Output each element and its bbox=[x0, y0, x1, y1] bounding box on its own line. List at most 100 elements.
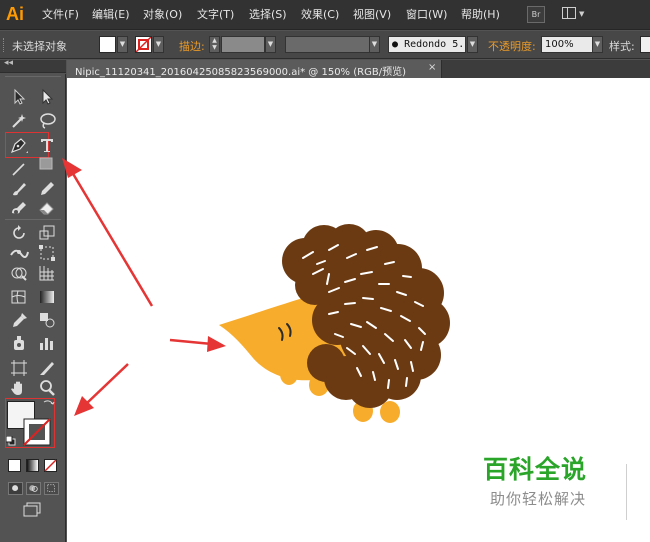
hedgehog-back-foot-2 bbox=[380, 401, 400, 423]
menu-type[interactable]: 文字(T) bbox=[197, 8, 234, 24]
perspective-grid-tool[interactable] bbox=[36, 262, 58, 284]
width-tool[interactable] bbox=[8, 242, 30, 264]
fill-dropdown[interactable]: ▼ bbox=[117, 36, 128, 53]
brush-dropdown[interactable]: ▼ bbox=[467, 36, 478, 53]
menu-window[interactable]: 窗口(W) bbox=[406, 8, 447, 24]
slice-knife-icon bbox=[40, 362, 54, 375]
slice-tool[interactable] bbox=[36, 357, 58, 379]
opacity-field[interactable]: 100% bbox=[541, 36, 593, 53]
blob-brush-tool[interactable] bbox=[8, 197, 30, 219]
magic-wand-tool[interactable] bbox=[8, 110, 30, 132]
stroke-weight-label[interactable]: 描边: bbox=[179, 38, 205, 54]
profile-dropdown[interactable]: ▼ bbox=[369, 36, 380, 53]
none-mode-button[interactable] bbox=[44, 459, 57, 472]
draw-inside-button[interactable] bbox=[44, 482, 59, 495]
stroke-swatch[interactable] bbox=[135, 36, 152, 53]
document-tab-bar: Nipic_11120341_20160425085823569000.ai* … bbox=[67, 60, 650, 78]
direct-selection-tool[interactable] bbox=[36, 86, 58, 108]
gradient-icon bbox=[40, 291, 54, 303]
arrow-pointer-icon bbox=[14, 88, 26, 105]
screen-mode-button[interactable] bbox=[21, 502, 43, 518]
gradient-tool[interactable] bbox=[36, 286, 58, 308]
menu-edit[interactable]: 编辑(E) bbox=[92, 8, 130, 24]
fill-swatch[interactable] bbox=[99, 36, 116, 53]
perspective-grid-icon bbox=[39, 266, 54, 281]
stroke-weight-stepper[interactable]: ▲ ▼ bbox=[209, 36, 220, 53]
control-bar: 未选择对象 ▼ ▼ 描边: ▲ ▼ ▼ ▼ ● Redondo 5. ▼ 不透明度… bbox=[0, 31, 650, 59]
menu-object[interactable]: 对象(O) bbox=[143, 8, 182, 24]
menu-select[interactable]: 选择(S) bbox=[249, 8, 287, 24]
stroke-box[interactable] bbox=[23, 418, 51, 446]
opacity-dropdown[interactable]: ▼ bbox=[592, 36, 603, 53]
draw-behind-button[interactable] bbox=[26, 482, 41, 495]
watermark-title: 百科全说 bbox=[483, 455, 588, 484]
menu-view[interactable]: 视图(V) bbox=[353, 8, 391, 24]
none-icon bbox=[44, 459, 57, 472]
menu-file[interactable]: 文件(F) bbox=[42, 8, 79, 24]
scale-icon bbox=[39, 225, 55, 240]
eyedropper-icon bbox=[13, 313, 27, 327]
chevron-down-icon: ▼ bbox=[579, 10, 585, 18]
scale-tool[interactable] bbox=[36, 222, 58, 244]
stroke-dropdown[interactable]: ▼ bbox=[153, 36, 164, 53]
blob-brush-icon bbox=[12, 202, 26, 214]
workspace-switcher[interactable]: ▼ bbox=[562, 7, 586, 22]
collapse-icon[interactable]: ◂◂ bbox=[4, 58, 13, 68]
rectangle-icon bbox=[39, 157, 53, 170]
brush-name: Redondo 5. bbox=[404, 39, 465, 50]
watermark-subtitle: 助你轻松解决 bbox=[490, 490, 587, 508]
rectangle-tool[interactable] bbox=[36, 154, 58, 176]
shape-builder-tool[interactable] bbox=[8, 262, 30, 284]
stroke-weight-field[interactable] bbox=[221, 36, 265, 53]
panel-grip[interactable] bbox=[3, 38, 5, 52]
draw-normal-button[interactable] bbox=[8, 482, 23, 495]
zoom-tool[interactable] bbox=[36, 377, 58, 399]
mesh-tool[interactable] bbox=[8, 286, 30, 308]
draw-behind-icon bbox=[29, 485, 38, 492]
symbol-sprayer-tool[interactable] bbox=[8, 332, 30, 354]
magnifier-icon bbox=[40, 380, 55, 396]
menu-effect[interactable]: 效果(C) bbox=[301, 8, 339, 24]
color-mode-button[interactable] bbox=[8, 459, 21, 472]
graphic-style-swatch[interactable] bbox=[640, 36, 650, 53]
app-logo: Ai bbox=[6, 4, 24, 24]
default-colors-icon bbox=[6, 436, 16, 446]
eyedropper-tool[interactable] bbox=[8, 309, 30, 331]
lasso-icon bbox=[40, 113, 56, 129]
illustrator-window: Ai 文件(F) 编辑(E) 对象(O) 文字(T) 选择(S) 效果(C) 视… bbox=[0, 0, 650, 542]
line-segment-tool[interactable] bbox=[8, 158, 30, 180]
brush-definition-field[interactable]: ● Redondo 5. bbox=[388, 36, 466, 53]
free-transform-tool[interactable] bbox=[36, 242, 58, 264]
menu-help[interactable]: 帮助(H) bbox=[461, 8, 500, 24]
rotate-tool[interactable] bbox=[8, 222, 30, 244]
tools-panel-header[interactable]: ◂◂ bbox=[0, 58, 66, 73]
layout-grid-icon bbox=[562, 7, 576, 19]
stroke-weight-dropdown[interactable]: ▼ bbox=[265, 36, 276, 53]
close-icon[interactable]: × bbox=[428, 62, 436, 73]
magic-wand-icon bbox=[12, 114, 26, 128]
hand-tool[interactable] bbox=[8, 377, 30, 399]
panel-divider bbox=[5, 219, 61, 220]
column-graph-icon bbox=[40, 338, 53, 350]
symbol-sprayer-icon bbox=[14, 336, 24, 350]
swap-fill-stroke[interactable] bbox=[43, 399, 55, 409]
variable-width-profile[interactable] bbox=[285, 36, 370, 53]
hollow-arrow-icon bbox=[42, 88, 54, 105]
selection-tool[interactable] bbox=[8, 86, 30, 108]
gradient-mode-button[interactable] bbox=[26, 459, 39, 472]
type-tool[interactable] bbox=[36, 134, 58, 156]
artboard-tool[interactable] bbox=[8, 357, 30, 379]
column-graph-tool[interactable] bbox=[36, 332, 58, 354]
eraser-tool[interactable] bbox=[36, 197, 58, 219]
default-fill-stroke[interactable] bbox=[6, 436, 16, 446]
lasso-tool[interactable] bbox=[36, 110, 58, 132]
blend-tool[interactable] bbox=[36, 309, 58, 331]
opacity-label[interactable]: 不透明度: bbox=[488, 38, 536, 54]
document-tab[interactable]: Nipic_11120341_20160425085823569000.ai* … bbox=[67, 60, 442, 78]
free-transform-icon bbox=[39, 245, 55, 261]
no-stroke-icon bbox=[135, 36, 152, 53]
document-tab-title: Nipic_11120341_20160425085823569000.ai* … bbox=[75, 67, 406, 78]
artboard-canvas[interactable]: 百科全说 助你轻松解决 bbox=[67, 78, 650, 542]
bridge-button[interactable]: Br bbox=[527, 6, 545, 23]
pen-tool[interactable] bbox=[8, 134, 30, 156]
